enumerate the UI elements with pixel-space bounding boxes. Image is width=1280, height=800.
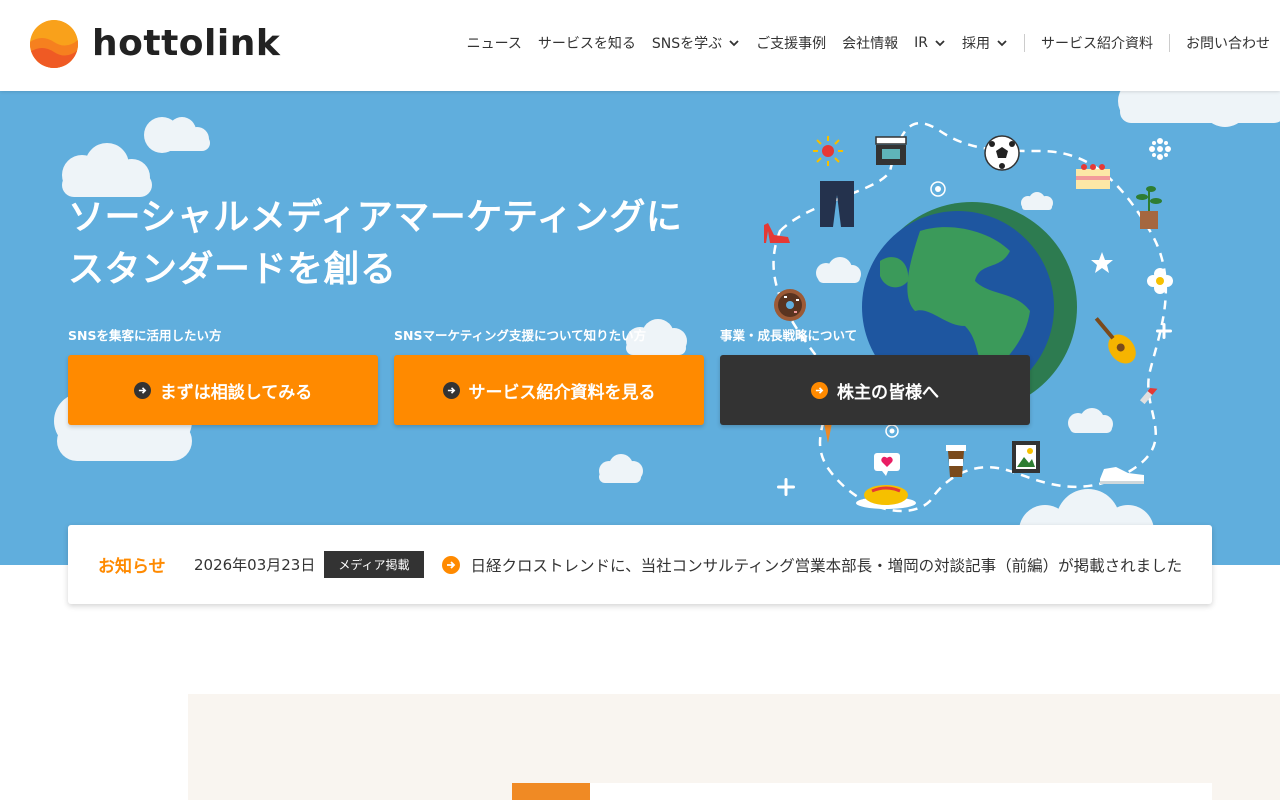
omurice-icon (856, 485, 916, 509)
sneaker-icon (1100, 467, 1144, 484)
nav-divider (1169, 34, 1170, 52)
nav-item-contact[interactable]: お問い合わせ (1186, 33, 1270, 53)
shareholders-button[interactable]: 株主の皆様へ (720, 355, 1030, 425)
news-category-badge: メディア掲載 (324, 551, 424, 578)
hero-title-line: ソーシャルメディアマーケティングに (68, 197, 683, 238)
nav-item-case-studies[interactable]: ご支援事例 (756, 33, 826, 53)
jeans-icon (820, 181, 854, 227)
heart-speech-bubble-icon (874, 453, 900, 476)
cake-icon (1076, 164, 1110, 189)
cta-caption-ir: 事業・成長戦略について (720, 328, 858, 343)
lipstick-icon (1139, 388, 1158, 405)
nav-item-label: お問い合わせ (1186, 36, 1270, 52)
chevron-down-icon (935, 40, 945, 47)
illustration (764, 122, 1173, 513)
flower-icon (1147, 268, 1173, 294)
consult-button[interactable]: まずは相談してみる (68, 355, 378, 425)
service-docs-button[interactable]: サービス紹介資料を見る (394, 355, 704, 425)
plant-icon (1136, 186, 1162, 229)
nav-item-label: 採用 (962, 36, 990, 52)
nav-item-label: サービス紹介資料 (1041, 36, 1153, 52)
news-bar: お知らせ 2026年03月23日 メディア掲載 日経クロストレンドに、当社コンサ… (68, 525, 1212, 604)
nav-item-label: SNSを学ぶ (651, 36, 723, 52)
nav-item-company[interactable]: 会社情報 (842, 33, 898, 53)
sun-icon (813, 136, 843, 166)
nav-item-label: 会社情報 (842, 36, 899, 52)
nav-item-news[interactable]: ニュース (467, 33, 522, 53)
arrow-right-circle-icon (133, 381, 151, 399)
global-nav: ニュース サービスを知る SNSを学ぶ ご支援事例 会社情報 IR 採用 サービ… (451, 0, 1270, 86)
cta-caption-consult: SNSを集客に活用したい方 (68, 328, 222, 343)
news-link[interactable]: 日経クロストレンドに、当社コンサルティング営業本部長・増岡の対談記事（前編）が掲… (471, 554, 1183, 576)
logo-wordmark: hottolink (92, 23, 281, 64)
chevron-down-icon (997, 40, 1007, 47)
hero-section: ソーシャルメディアマーケティングに スタンダードを創る SNSを集客に活用したい… (0, 91, 1280, 565)
nav-divider (1024, 34, 1025, 52)
arrow-right-circle-icon (811, 381, 828, 399)
nav-item-ir[interactable]: IR (914, 35, 946, 51)
cloud-icon (599, 454, 643, 483)
nav-item-recruit[interactable]: 採用 (962, 33, 1008, 53)
soccer-ball-icon (984, 135, 1020, 171)
guitar-icon (1094, 317, 1136, 364)
logo-mark-icon (30, 20, 78, 68)
picture-frame-icon (1012, 441, 1040, 473)
service-docs-button-label: サービス紹介資料を見る (468, 382, 656, 403)
logo[interactable]: hottolink (30, 20, 280, 68)
shareholders-button-label: 株主の皆様へ (837, 382, 939, 403)
site-header: hottolink ニュース サービスを知る SNSを学ぶ ご支援事例 会社情報… (0, 0, 1280, 91)
nav-item-service-docs[interactable]: サービス紹介資料 (1041, 33, 1153, 53)
nav-item-label: IR (914, 35, 928, 51)
arrow-right-circle-icon (442, 381, 460, 399)
nav-item-label: ご支援事例 (756, 36, 827, 52)
nav-item-learn-sns[interactable]: SNSを学ぶ (652, 33, 740, 53)
news-heading: お知らせ (98, 557, 166, 577)
hero-title: ソーシャルメディアマーケティングに スタンダードを創る (68, 192, 682, 296)
nav-item-label: サービスを知る (537, 36, 636, 52)
sparkle-icon (777, 478, 795, 496)
donut-icon (774, 289, 806, 321)
lower-section-tab (512, 783, 590, 800)
chevron-down-icon (729, 40, 739, 47)
cloud-icon (1068, 408, 1113, 433)
news-date: 2026年03月23日 (194, 556, 316, 574)
lower-section-card (512, 783, 1212, 800)
arrow-right-circle-icon (441, 555, 460, 574)
snowflake-icon (1149, 138, 1171, 160)
carrot-icon (824, 423, 832, 443)
cta-caption-docs: SNSマーケティング支援について知りたい方 (394, 328, 647, 343)
star-icon (1091, 252, 1113, 273)
nav-item-services[interactable]: サービスを知る (538, 33, 636, 53)
clapperboard-icon (875, 136, 907, 165)
nav-item-label: ニュース (466, 36, 522, 52)
consult-button-label: まずは相談してみる (159, 382, 313, 403)
cloud-icon (1021, 192, 1053, 210)
hero-title-line: スタンダードを創る (68, 249, 397, 290)
cloud-icon (816, 257, 861, 283)
